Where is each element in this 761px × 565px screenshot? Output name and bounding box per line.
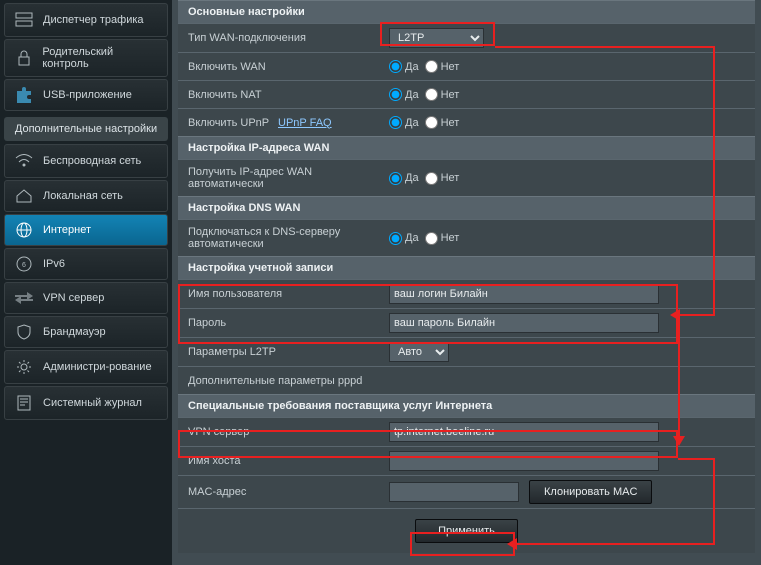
radio-yes[interactable]: Да xyxy=(389,88,419,101)
lock-icon xyxy=(13,49,34,67)
row-wan-type: Тип WAN-подключения L2TP xyxy=(178,23,755,52)
row-enable-nat: Включить NAT Да Нет xyxy=(178,80,755,108)
nav-label: Брандмауэр xyxy=(43,326,106,338)
input-password[interactable] xyxy=(389,313,659,333)
nav-label: USB-приложение xyxy=(43,89,132,101)
row-enable-upnp: Включить UPnP UPnP FAQ Да Нет xyxy=(178,108,755,136)
row-vpn-server: VPN сервер xyxy=(178,417,755,446)
nav-parental-control[interactable]: Родительский контроль xyxy=(4,39,168,77)
row-host: Имя хоста xyxy=(178,446,755,475)
home-icon xyxy=(13,187,35,205)
nav-wireless[interactable]: Беспроводная сеть xyxy=(4,144,168,178)
label-wan-type: Тип WAN-подключения xyxy=(178,26,383,50)
label-host: Имя хоста xyxy=(178,449,383,473)
label-ppp-extra: Дополнительные параметры pppd xyxy=(178,369,383,393)
nav-lan[interactable]: Локальная сеть xyxy=(4,180,168,212)
nav-internet[interactable]: Интернет xyxy=(4,214,168,246)
nav-firewall[interactable]: Брандмауэр xyxy=(4,316,168,348)
nav-usb-app[interactable]: USB-приложение xyxy=(4,79,168,111)
label-vpn-server: VPN сервер xyxy=(178,420,383,444)
radio-no[interactable]: Нет xyxy=(425,116,460,129)
input-username[interactable] xyxy=(389,284,659,304)
row-username: Имя пользователя xyxy=(178,279,755,308)
row-mac: MAC-адрес Клонировать MAC xyxy=(178,475,755,508)
group-basic-title: Основные настройки xyxy=(178,0,755,23)
nav-label: Беспроводная сеть xyxy=(43,155,141,167)
radio-yes[interactable]: Да xyxy=(389,60,419,73)
group-isp-title: Специальные требования поставщика услуг … xyxy=(178,394,755,417)
nav-label: IPv6 xyxy=(43,258,65,270)
svg-text:6: 6 xyxy=(22,262,26,269)
sidebar: Диспетчер трафика Родительский контроль … xyxy=(0,0,172,565)
input-host[interactable] xyxy=(389,451,659,471)
log-icon xyxy=(13,394,35,412)
radio-yes[interactable]: Да xyxy=(389,116,419,129)
row-dns-auto: Подключаться к DNS-серверу автоматически… xyxy=(178,219,755,256)
label-username: Имя пользователя xyxy=(178,282,383,306)
nav-syslog[interactable]: Системный журнал xyxy=(4,386,168,420)
group-account-title: Настройка учетной записи xyxy=(178,256,755,279)
shield-icon xyxy=(13,323,35,341)
label-wan-ip-auto: Получить IP-адрес WAN автоматически xyxy=(178,160,383,196)
radio-yes[interactable]: Да xyxy=(389,232,419,245)
label-dns-auto: Подключаться к DNS-серверу автоматически xyxy=(178,220,383,256)
label-enable-wan: Включить WAN xyxy=(178,55,383,79)
group-wan-ip-title: Настройка IP-адреса WAN xyxy=(178,136,755,159)
nav-admin[interactable]: Администри-рование xyxy=(4,350,168,384)
network-icon xyxy=(13,11,35,29)
label-enable-nat: Включить NAT xyxy=(178,83,383,107)
select-wan-type[interactable]: L2TP xyxy=(389,28,484,48)
clone-mac-button[interactable]: Клонировать MAC xyxy=(529,480,652,504)
radio-no[interactable]: Нет xyxy=(425,88,460,101)
nav-label: Локальная сеть xyxy=(43,190,123,202)
group-dns-title: Настройка DNS WAN xyxy=(178,196,755,219)
label-password: Пароль xyxy=(178,311,383,335)
input-vpn-server[interactable] xyxy=(389,422,659,442)
nav-vpn[interactable]: VPN сервер xyxy=(4,282,168,314)
puzzle-icon xyxy=(13,86,35,104)
row-enable-wan: Включить WAN Да Нет xyxy=(178,52,755,80)
globe-icon xyxy=(13,221,35,239)
row-password: Пароль xyxy=(178,308,755,337)
row-wan-ip-auto: Получить IP-адрес WAN автоматически Да Н… xyxy=(178,159,755,196)
label-enable-upnp: Включить UPnP UPnP FAQ xyxy=(178,111,383,135)
nav-label: Системный журнал xyxy=(43,397,142,409)
nav-label: Диспетчер трафика xyxy=(43,14,144,26)
apply-button[interactable]: Применить xyxy=(415,519,518,543)
ipv6-icon: 6 xyxy=(13,255,35,273)
radio-no[interactable]: Нет xyxy=(425,60,460,73)
row-ppp-extra: Дополнительные параметры pppd xyxy=(178,366,755,394)
label-l2tp-params: Параметры L2TP xyxy=(178,340,383,364)
nav-traffic-manager[interactable]: Диспетчер трафика xyxy=(4,3,168,37)
nav-label: Интернет xyxy=(43,224,91,236)
nav-ipv6[interactable]: 6 IPv6 xyxy=(4,248,168,280)
upnp-faq-link[interactable]: UPnP FAQ xyxy=(278,117,332,129)
section-header-extra: Дополнительные настройки xyxy=(4,117,168,141)
radio-yes[interactable]: Да xyxy=(389,172,419,185)
wifi-icon xyxy=(13,152,35,170)
footer: Применить xyxy=(178,508,755,553)
nav-label: VPN сервер xyxy=(43,292,104,304)
nav-label: Родительский контроль xyxy=(42,46,159,70)
nav-label: Администри-рование xyxy=(43,361,152,373)
double-arrow-icon xyxy=(13,289,35,307)
radio-no[interactable]: Нет xyxy=(425,172,460,185)
select-l2tp-params[interactable]: Авто xyxy=(389,342,449,362)
radio-no[interactable]: Нет xyxy=(425,232,460,245)
input-mac[interactable] xyxy=(389,482,519,502)
gear-icon xyxy=(13,358,35,376)
label-mac: MAC-адрес xyxy=(178,480,383,504)
main-content: Основные настройки Тип WAN-подключения L… xyxy=(172,0,761,565)
row-l2tp-params: Параметры L2TP Авто xyxy=(178,337,755,366)
